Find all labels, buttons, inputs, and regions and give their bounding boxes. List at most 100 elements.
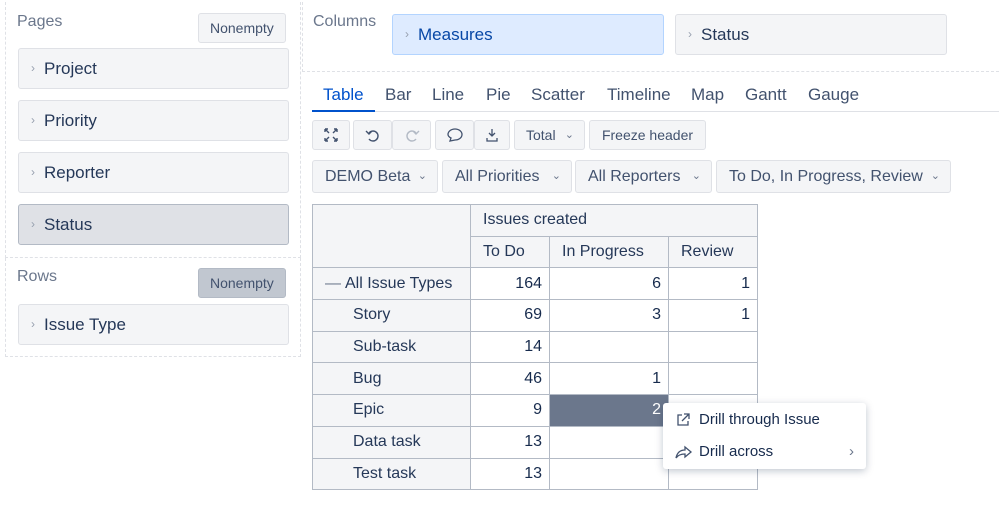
tab-line[interactable]: Line — [432, 82, 464, 112]
data-cell[interactable]: 13 — [470, 457, 550, 491]
column-header[interactable]: To Do — [470, 235, 550, 269]
chevron-right-icon: › — [405, 27, 409, 41]
chevron-right-icon: › — [31, 165, 35, 179]
data-cell[interactable]: 1 — [668, 267, 758, 301]
filter-project[interactable]: DEMO Beta ⌄ — [312, 160, 438, 193]
page-item-priority[interactable]: › Priority — [18, 100, 289, 141]
cell-context-menu: Drill through Issue Drill across › — [663, 403, 866, 469]
data-cell[interactable]: 69 — [470, 299, 550, 332]
data-cell[interactable]: 1 — [668, 299, 758, 332]
page-item-project[interactable]: › Project — [18, 48, 289, 89]
freeze-header-button[interactable]: Freeze header — [589, 120, 706, 150]
data-cell[interactable] — [668, 362, 758, 396]
tab-table[interactable]: Table — [312, 82, 375, 112]
share-icon — [675, 445, 693, 459]
collapse-icon[interactable]: — — [325, 275, 341, 292]
rows-panel: Rows Nonempty › Issue Type — [5, 258, 301, 357]
table-row: — All Issue Types 164 6 1 — [312, 267, 758, 301]
data-cell[interactable]: 13 — [470, 425, 550, 459]
export-button[interactable] — [474, 120, 510, 150]
view-tabs: Table Bar Line Pie Scatter Timeline Map … — [312, 82, 999, 112]
total-label: Total — [526, 127, 556, 143]
comment-icon — [446, 128, 463, 142]
data-cell[interactable]: 6 — [549, 267, 669, 301]
column-header[interactable]: Review — [668, 235, 758, 269]
row-header[interactable]: Epic — [312, 394, 471, 427]
pages-nonempty-button[interactable]: Nonempty — [198, 13, 286, 43]
tab-bar[interactable]: Bar — [385, 82, 411, 112]
tab-map[interactable]: Map — [691, 82, 724, 112]
data-cell[interactable]: 3 — [549, 299, 669, 332]
tab-scatter[interactable]: Scatter — [531, 82, 585, 112]
download-icon — [486, 129, 498, 142]
row-item-issue-type[interactable]: › Issue Type — [18, 304, 289, 345]
filter-reporter[interactable]: All Reporters ⌄ — [575, 160, 712, 193]
data-cell[interactable]: 9 — [470, 394, 550, 427]
row-header[interactable]: Sub-task — [312, 330, 471, 364]
redo-button[interactable] — [392, 120, 431, 150]
tab-pie[interactable]: Pie — [486, 82, 511, 112]
drill-through-label: Drill through Issue — [699, 411, 820, 428]
total-dropdown[interactable]: Total ⌄ — [514, 120, 585, 150]
data-cell[interactable] — [549, 330, 669, 364]
chevron-right-icon: › — [849, 443, 854, 460]
filter-priority[interactable]: All Priorities ⌄ — [442, 160, 572, 193]
data-cell[interactable]: 46 — [470, 362, 550, 396]
table-row: Sub-task 14 — [312, 330, 758, 364]
column-item-status[interactable]: › Status — [675, 14, 947, 55]
fullscreen-button[interactable] — [312, 120, 350, 150]
rows-nonempty-button[interactable]: Nonempty — [198, 268, 286, 298]
page-item-label: Project — [44, 59, 97, 78]
column-item-label: Measures — [418, 25, 493, 44]
corner-cell — [312, 203, 471, 269]
measure-header[interactable]: Issues created — [470, 204, 758, 237]
header-row-measure: Issues created — [312, 203, 758, 269]
row-header[interactable]: — All Issue Types — [312, 267, 471, 301]
row-label: All Issue Types — [345, 274, 453, 292]
page-item-label: Priority — [44, 111, 97, 130]
table-row: Bug 46 1 — [312, 362, 758, 396]
page-item-label: Status — [44, 215, 93, 234]
data-cell-selected[interactable]: 2 — [549, 394, 669, 427]
chevron-down-icon: ⌄ — [551, 170, 561, 182]
rows-title: Rows — [17, 268, 58, 285]
expand-icon — [324, 128, 338, 142]
drill-across-label: Drill across — [699, 443, 774, 460]
chevron-right-icon: › — [31, 61, 35, 75]
chevron-right-icon: › — [31, 217, 35, 231]
filter-label: All Priorities — [455, 168, 540, 185]
row-header[interactable]: Test task — [312, 457, 471, 491]
tab-timeline[interactable]: Timeline — [607, 82, 671, 112]
data-cell[interactable] — [549, 425, 669, 459]
filter-status[interactable]: To Do, In Progress, Review ⌄ — [716, 160, 951, 193]
data-cell[interactable]: 14 — [470, 330, 550, 364]
row-item-label: Issue Type — [44, 315, 126, 334]
filter-label: DEMO Beta — [325, 168, 411, 185]
page-item-label: Reporter — [44, 163, 111, 182]
row-header[interactable]: Story — [312, 299, 471, 332]
redo-icon — [405, 130, 419, 142]
data-cell[interactable]: 164 — [470, 267, 550, 301]
columns-panel: Columns › Measures › Status — [302, 2, 999, 72]
tab-gauge[interactable]: Gauge — [808, 82, 859, 112]
data-cell[interactable] — [549, 457, 669, 491]
pages-panel: Pages Nonempty › Project › Priority › Re… — [5, 2, 301, 258]
drill-through-issue-item[interactable]: Drill through Issue — [663, 405, 866, 435]
row-header[interactable]: Data task — [312, 425, 471, 459]
chevron-right-icon: › — [31, 317, 35, 331]
data-cell[interactable]: 1 — [549, 362, 669, 396]
tab-gantt[interactable]: Gantt — [745, 82, 787, 112]
comment-button[interactable] — [435, 120, 474, 150]
page-item-reporter[interactable]: › Reporter — [18, 152, 289, 193]
row-header[interactable]: Bug — [312, 362, 471, 396]
undo-button[interactable] — [353, 120, 392, 150]
data-cell[interactable] — [668, 330, 758, 364]
chevron-down-icon: ⌄ — [564, 129, 574, 141]
column-item-measures[interactable]: › Measures — [392, 14, 664, 55]
columns-title: Columns — [313, 13, 377, 30]
pages-title: Pages — [17, 13, 63, 30]
page-item-status[interactable]: › Status — [18, 204, 289, 245]
drill-across-item[interactable]: Drill across › — [663, 437, 866, 467]
column-header[interactable]: In Progress — [549, 235, 669, 269]
chevron-down-icon: ⌄ — [930, 170, 940, 182]
